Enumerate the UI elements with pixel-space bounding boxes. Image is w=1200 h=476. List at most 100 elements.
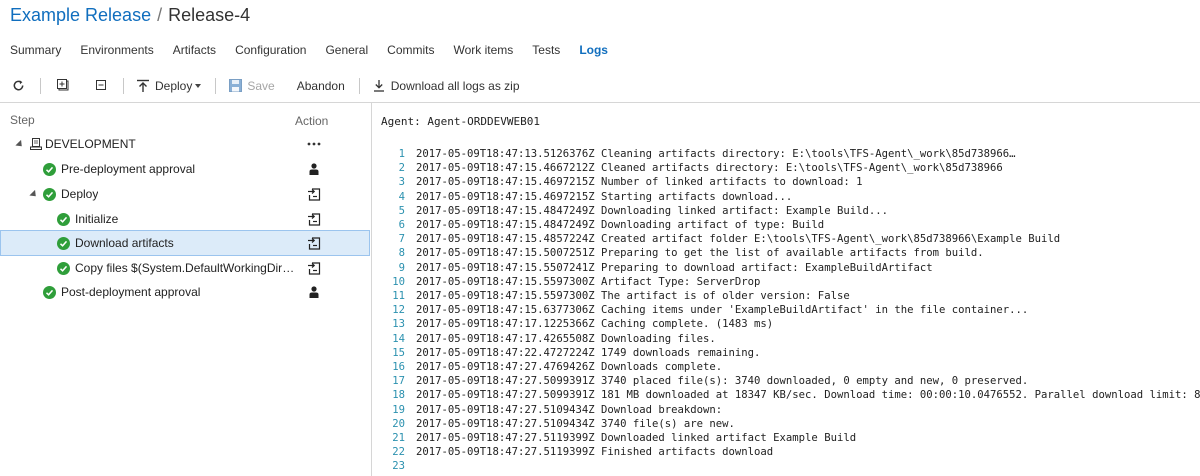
line-number: 17 <box>392 375 405 388</box>
log-text: 2017-05-09T18:47:15.4857224Z Created art… <box>416 233 1061 246</box>
line-number: 15 <box>392 346 405 359</box>
success-check-icon <box>43 187 56 201</box>
log-panel: Agent: Agent-ORDDEVWEB01 1 2017-05-09T18:… <box>372 103 1200 476</box>
abandon-button[interactable]: Abandon <box>297 72 345 100</box>
tree-item-post-deployment-approval[interactable]: Post-deployment approval <box>0 280 370 304</box>
tree-item-deploy[interactable]: Deploy <box>0 182 370 206</box>
tree-item-label: Initialize <box>75 212 119 226</box>
tab-tests[interactable]: Tests <box>532 34 560 66</box>
log-line: 18 2017-05-09T18:47:27.5099391Z 181 MB do… <box>372 388 1200 402</box>
tree-item-label: Copy files $(System.DefaultWorkingDirec.… <box>75 261 297 275</box>
log-text: 2017-05-09T18:47:22.4727224Z 1749 downlo… <box>416 346 761 359</box>
expand-all-button[interactable] <box>53 72 73 100</box>
log-text: 2017-05-09T18:47:15.5507241Z Preparing t… <box>416 261 933 274</box>
save-label: Save <box>247 78 275 93</box>
log-text: 2017-05-09T18:47:27.5109434Z 3740 file(s… <box>416 417 735 430</box>
log-text: 2017-05-09T18:47:15.4847249Z Downloading… <box>416 204 888 217</box>
log-line: 13 2017-05-09T18:47:17.1225366Z Caching c… <box>372 317 1200 331</box>
line-number: 23 <box>392 460 405 473</box>
save-icon <box>228 79 242 93</box>
tab-summary[interactable]: Summary <box>10 34 61 66</box>
tab-configuration[interactable]: Configuration <box>235 34 306 66</box>
approver-icon[interactable] <box>306 161 322 177</box>
approver-icon[interactable] <box>306 284 322 300</box>
tab-bar: Summary Environments Artifacts Configura… <box>0 34 1200 66</box>
breadcrumb-separator: / <box>157 5 163 25</box>
log-line: 21 2017-05-09T18:47:27.5119399Z Downloade… <box>372 431 1200 445</box>
log-text: 2017-05-09T18:47:15.5597300Z Artifact Ty… <box>416 275 761 288</box>
line-number: 10 <box>392 275 405 288</box>
log-line: 1 2017-05-09T18:47:13.5126376Z Cleaning a… <box>372 147 1200 161</box>
success-check-icon <box>43 162 56 176</box>
refresh-button[interactable] <box>8 72 28 100</box>
breadcrumb-parent-link[interactable]: Example Release <box>10 5 151 25</box>
tab-logs[interactable]: Logs <box>579 34 608 66</box>
log-text: 2017-05-09T18:47:27.5119399Z Downloaded … <box>416 432 857 444</box>
line-number: 5 <box>398 204 405 217</box>
tab-commits[interactable]: Commits <box>387 34 434 66</box>
log-line: 20 2017-05-09T18:47:27.5109434Z 3740 file… <box>372 417 1200 431</box>
line-number: 1 <box>398 148 405 160</box>
log-line: 10 2017-05-09T18:47:15.5597300Z Artifact … <box>372 275 1200 289</box>
log-line: 8 2017-05-09T18:47:15.5007251Z Preparing … <box>372 246 1200 260</box>
tree-item-copy-files[interactable]: Copy files $(System.DefaultWorkingDirec.… <box>0 256 370 280</box>
line-number: 21 <box>392 432 405 444</box>
expand-toggle-icon[interactable] <box>29 189 39 199</box>
log-text: 2017-05-09T18:47:27.5099391Z 181 MB down… <box>416 389 1200 402</box>
expand-toggle-icon[interactable] <box>15 139 25 149</box>
toolbar-separator <box>215 77 217 94</box>
toolbar-separator <box>40 77 41 94</box>
log-line: 9 2017-05-09T18:47:15.5507241Z Preparing … <box>372 261 1200 275</box>
tree-item-label: Post-deployment approval <box>61 285 201 299</box>
log-line: 19 2017-05-09T18:47:27.5109434Z Download … <box>372 403 1200 417</box>
deploy-action-icon[interactable] <box>306 186 322 202</box>
log-line: 22 2017-05-09T18:47:27.5119399Z Finished … <box>372 445 1200 459</box>
tree-item-label: Download artifacts <box>75 236 174 250</box>
log-text: 2017-05-09T18:47:15.5597300Z The artifac… <box>416 290 850 302</box>
line-number: 18 <box>392 389 405 402</box>
success-check-icon <box>43 285 56 299</box>
tab-work-items[interactable]: Work items <box>454 34 514 66</box>
toolbar: Deploy Save Abandon Download all logs as… <box>0 69 1200 103</box>
log-line: 3 2017-05-09T18:47:15.4697215Z Number of … <box>372 175 1200 189</box>
deploy-action-icon[interactable] <box>306 260 322 276</box>
line-number: 6 <box>398 219 405 231</box>
log-text: 2017-05-09T18:47:13.5126376Z Cleaning ar… <box>416 148 1016 160</box>
tree-item-development[interactable]: DEVELOPMENT <box>0 132 370 156</box>
log-line: 17 2017-05-09T18:47:27.5099391Z 3740 plac… <box>372 374 1200 388</box>
deploy-button[interactable]: Deploy <box>136 72 202 100</box>
collapse-all-button[interactable] <box>91 72 111 100</box>
line-number: 11 <box>392 290 405 302</box>
line-number: 4 <box>398 190 405 203</box>
log-line: 16 2017-05-09T18:47:27.4769426Z Downloads… <box>372 360 1200 374</box>
tree-item-label: Deploy <box>61 187 99 201</box>
log-line: 23 <box>372 459 1200 473</box>
deploy-action-icon[interactable] <box>306 235 322 251</box>
line-number: 16 <box>392 361 405 373</box>
abandon-label: Abandon <box>296 78 345 93</box>
tab-environments[interactable]: Environments <box>80 34 153 66</box>
tree-item-label: Pre-deployment approval <box>61 162 196 176</box>
tab-general[interactable]: General <box>325 34 368 66</box>
tree-item-download-artifacts[interactable]: Download artifacts <box>0 230 370 256</box>
step-column-header: Step <box>10 113 35 127</box>
tree-item-label: DEVELOPMENT <box>45 137 136 151</box>
deploy-action-icon[interactable] <box>306 211 322 227</box>
log-line: 2 2017-05-09T18:47:15.4667212Z Cleaned ar… <box>372 161 1200 175</box>
log-text: 2017-05-09T18:47:27.4769426Z Downloads c… <box>416 361 723 373</box>
save-button[interactable]: Save <box>228 72 275 100</box>
tree-item-initialize[interactable]: Initialize <box>0 207 370 231</box>
success-check-icon <box>57 236 70 250</box>
log-text: 2017-05-09T18:47:15.4697215Z Number of l… <box>416 176 863 189</box>
download-logs-button[interactable]: Download all logs as zip <box>372 72 520 100</box>
log-line: 14 2017-05-09T18:47:17.4265508Z Downloadi… <box>372 332 1200 346</box>
tree-item-pre-deployment-approval[interactable]: Pre-deployment approval <box>0 157 370 181</box>
log-line: 15 2017-05-09T18:47:22.4727224Z 1749 down… <box>372 346 1200 360</box>
ellipsis-icon[interactable] <box>306 136 322 152</box>
tab-artifacts[interactable]: Artifacts <box>173 34 216 66</box>
line-number: 9 <box>398 261 405 274</box>
log-text: 2017-05-09T18:47:27.5119399Z Finished ar… <box>416 446 774 459</box>
log-text: 2017-05-09T18:47:17.1225366Z Caching com… <box>416 318 774 331</box>
download-logs-label: Download all logs as zip <box>390 78 520 93</box>
breadcrumb: Example Release / Release-4 <box>0 0 1200 34</box>
